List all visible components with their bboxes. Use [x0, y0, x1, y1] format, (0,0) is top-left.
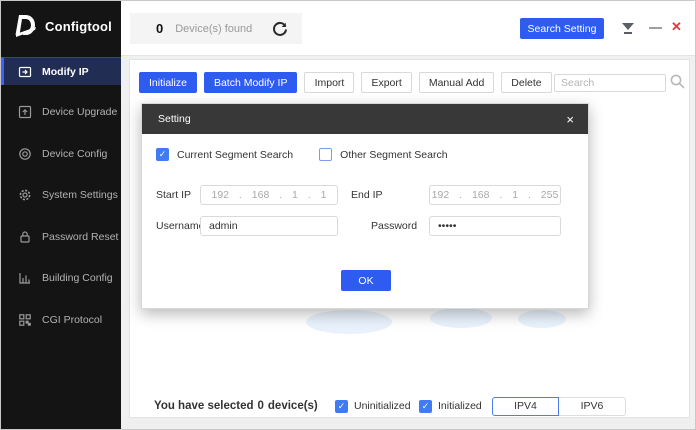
delete-button[interactable]: Delete — [501, 72, 551, 93]
setting-dialog-header: Setting × — [142, 104, 588, 134]
minimize-button[interactable] — [649, 27, 662, 29]
sidebar-item-label: CGI Protocol — [42, 314, 102, 326]
device-upgrade-icon — [18, 105, 32, 119]
initialized-checkbox[interactable]: ✓ — [419, 400, 432, 413]
username-input[interactable] — [200, 216, 338, 236]
sidebar-item-system-settings[interactable]: System Settings — [1, 181, 121, 209]
password-input[interactable] — [429, 216, 561, 236]
start-ip-label: Start IP — [156, 189, 191, 201]
initialized-label: Initialized — [438, 400, 482, 412]
dahua-logo-icon — [15, 13, 37, 39]
main-panel: Initialize Batch Modify IP Import Export… — [129, 59, 690, 418]
batch-modify-ip-button[interactable]: Batch Modify IP — [204, 72, 298, 93]
configtool-window: Configtool Modify IP Device Upgrade — [0, 0, 696, 430]
initialize-button[interactable]: Initialize — [139, 72, 197, 93]
toolbar: Initialize Batch Modify IP Import Export… — [139, 72, 552, 93]
ipv6-toggle-button[interactable]: IPV6 — [559, 397, 626, 416]
other-segment-checkbox[interactable] — [319, 148, 332, 161]
search-input[interactable] — [554, 74, 666, 92]
start-ip-input[interactable]: 192 . 168 . 1 . 1 — [200, 185, 338, 205]
sidebar-item-label: Building Config — [42, 272, 113, 284]
uninitialized-checkbox[interactable]: ✓ — [335, 400, 348, 413]
search-setting-button[interactable]: Search Setting — [520, 18, 604, 39]
password-label: Password — [371, 220, 417, 232]
sidebar-item-label: Modify IP — [42, 66, 89, 78]
sidebar-item-password-reset[interactable]: Password Reset — [1, 223, 121, 251]
current-segment-checkbox[interactable]: ✓ — [156, 148, 169, 161]
footer-bar: You have selected 0 device(s) ✓ Uninitia… — [130, 394, 689, 418]
dialog-close-icon[interactable]: × — [566, 113, 574, 126]
sidebar-item-label: Password Reset — [42, 231, 118, 243]
top-bar: 0 Device(s) found Search Setting ✕ — [121, 1, 696, 56]
watermark-shape — [518, 310, 566, 328]
device-count: 0 — [156, 21, 163, 36]
ok-button[interactable]: OK — [341, 270, 391, 291]
modify-ip-icon — [18, 65, 32, 79]
dropdown-triangle-icon[interactable] — [621, 23, 635, 34]
watermark-shape — [430, 308, 492, 328]
setting-dialog: Setting × ✓ Current Segment Search Other… — [141, 103, 589, 309]
password-reset-icon — [18, 230, 32, 244]
sidebar-item-cgi-protocol[interactable]: CGI Protocol — [1, 306, 121, 334]
search-icon[interactable] — [669, 73, 686, 90]
uninitialized-label: Uninitialized — [354, 400, 411, 412]
device-count-box: 0 Device(s) found — [130, 13, 302, 44]
manual-add-button[interactable]: Manual Add — [419, 72, 494, 93]
selected-count: 0 — [258, 400, 264, 412]
building-config-icon — [18, 271, 32, 285]
ipv4-toggle-button[interactable]: IPV4 — [492, 397, 559, 416]
sidebar: Configtool Modify IP Device Upgrade — [1, 1, 121, 429]
sidebar-item-label: Device Upgrade — [42, 106, 117, 118]
sidebar-item-label: Device Config — [42, 148, 107, 160]
sidebar-item-device-config[interactable]: Device Config — [1, 140, 121, 168]
device-count-label: Device(s) found — [175, 23, 252, 35]
dialog-title: Setting — [158, 113, 191, 125]
refresh-icon[interactable] — [271, 20, 289, 38]
device-config-icon — [18, 147, 32, 161]
close-button[interactable]: ✕ — [671, 19, 682, 35]
end-ip-input[interactable]: 192 . 168 . 1 . 255 — [429, 185, 561, 205]
system-settings-icon — [18, 188, 32, 202]
sidebar-item-building-config[interactable]: Building Config — [1, 264, 121, 292]
sidebar-item-label: System Settings — [42, 189, 118, 201]
app-title: Configtool — [45, 19, 112, 34]
sidebar-item-modify-ip[interactable]: Modify IP — [1, 57, 121, 85]
other-segment-label: Other Segment Search — [340, 149, 447, 161]
end-ip-label: End IP — [351, 189, 383, 201]
current-segment-label: Current Segment Search — [177, 149, 293, 161]
import-button[interactable]: Import — [304, 72, 354, 93]
export-button[interactable]: Export — [361, 72, 411, 93]
username-label: Username — [156, 220, 204, 232]
cgi-protocol-icon — [18, 313, 32, 327]
app-logo: Configtool — [15, 13, 112, 39]
selected-devices-text: You have selected 0 device(s) — [154, 400, 318, 412]
watermark-shape — [306, 310, 392, 334]
sidebar-item-device-upgrade[interactable]: Device Upgrade — [1, 98, 121, 126]
window-bottom-strip — [121, 418, 696, 430]
